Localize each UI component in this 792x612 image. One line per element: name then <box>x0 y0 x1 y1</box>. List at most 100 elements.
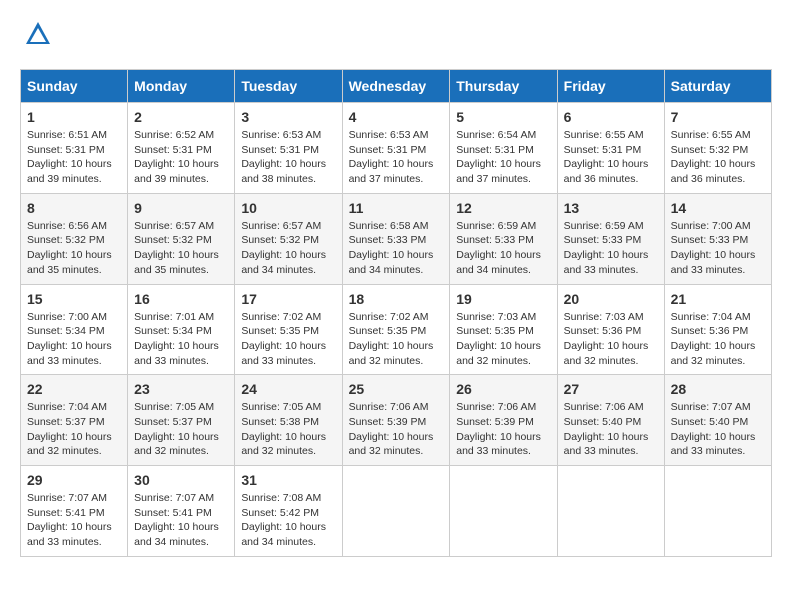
day-info: Sunrise: 6:57 AM Sunset: 5:32 PM Dayligh… <box>241 219 335 278</box>
calendar-cell: 28 Sunrise: 7:07 AM Sunset: 5:40 PM Dayl… <box>664 375 771 466</box>
calendar-cell: 20 Sunrise: 7:03 AM Sunset: 5:36 PM Dayl… <box>557 284 664 375</box>
calendar-cell: 1 Sunrise: 6:51 AM Sunset: 5:31 PM Dayli… <box>21 103 128 194</box>
calendar-header-wednesday: Wednesday <box>342 70 450 103</box>
calendar-header-saturday: Saturday <box>664 70 771 103</box>
calendar-cell: 12 Sunrise: 6:59 AM Sunset: 5:33 PM Dayl… <box>450 193 557 284</box>
day-number: 7 <box>671 109 765 125</box>
day-info: Sunrise: 7:04 AM Sunset: 5:37 PM Dayligh… <box>27 400 121 459</box>
day-number: 9 <box>134 200 228 216</box>
calendar-header-sunday: Sunday <box>21 70 128 103</box>
calendar-cell: 18 Sunrise: 7:02 AM Sunset: 5:35 PM Dayl… <box>342 284 450 375</box>
day-number: 17 <box>241 291 335 307</box>
day-info: Sunrise: 6:56 AM Sunset: 5:32 PM Dayligh… <box>27 219 121 278</box>
day-info: Sunrise: 7:02 AM Sunset: 5:35 PM Dayligh… <box>241 310 335 369</box>
day-info: Sunrise: 7:08 AM Sunset: 5:42 PM Dayligh… <box>241 491 335 550</box>
calendar-cell: 26 Sunrise: 7:06 AM Sunset: 5:39 PM Dayl… <box>450 375 557 466</box>
calendar-week-row: 1 Sunrise: 6:51 AM Sunset: 5:31 PM Dayli… <box>21 103 772 194</box>
calendar-cell: 5 Sunrise: 6:54 AM Sunset: 5:31 PM Dayli… <box>450 103 557 194</box>
day-info: Sunrise: 7:00 AM Sunset: 5:34 PM Dayligh… <box>27 310 121 369</box>
day-number: 10 <box>241 200 335 216</box>
calendar-week-row: 15 Sunrise: 7:00 AM Sunset: 5:34 PM Dayl… <box>21 284 772 375</box>
calendar-cell: 27 Sunrise: 7:06 AM Sunset: 5:40 PM Dayl… <box>557 375 664 466</box>
day-info: Sunrise: 6:55 AM Sunset: 5:31 PM Dayligh… <box>564 128 658 187</box>
calendar-cell: 6 Sunrise: 6:55 AM Sunset: 5:31 PM Dayli… <box>557 103 664 194</box>
day-info: Sunrise: 7:02 AM Sunset: 5:35 PM Dayligh… <box>349 310 444 369</box>
calendar-cell: 17 Sunrise: 7:02 AM Sunset: 5:35 PM Dayl… <box>235 284 342 375</box>
calendar-cell <box>664 466 771 557</box>
day-number: 1 <box>27 109 121 125</box>
day-number: 23 <box>134 381 228 397</box>
day-info: Sunrise: 7:00 AM Sunset: 5:33 PM Dayligh… <box>671 219 765 278</box>
calendar-cell: 4 Sunrise: 6:53 AM Sunset: 5:31 PM Dayli… <box>342 103 450 194</box>
day-info: Sunrise: 7:03 AM Sunset: 5:36 PM Dayligh… <box>564 310 658 369</box>
day-number: 19 <box>456 291 550 307</box>
day-number: 22 <box>27 381 121 397</box>
day-number: 24 <box>241 381 335 397</box>
calendar-cell: 9 Sunrise: 6:57 AM Sunset: 5:32 PM Dayli… <box>128 193 235 284</box>
calendar-cell <box>342 466 450 557</box>
calendar-cell: 15 Sunrise: 7:00 AM Sunset: 5:34 PM Dayl… <box>21 284 128 375</box>
day-info: Sunrise: 6:58 AM Sunset: 5:33 PM Dayligh… <box>349 219 444 278</box>
day-number: 20 <box>564 291 658 307</box>
calendar-cell: 2 Sunrise: 6:52 AM Sunset: 5:31 PM Dayli… <box>128 103 235 194</box>
day-number: 3 <box>241 109 335 125</box>
calendar-week-row: 8 Sunrise: 6:56 AM Sunset: 5:32 PM Dayli… <box>21 193 772 284</box>
day-number: 28 <box>671 381 765 397</box>
day-info: Sunrise: 7:05 AM Sunset: 5:38 PM Dayligh… <box>241 400 335 459</box>
calendar-cell: 7 Sunrise: 6:55 AM Sunset: 5:32 PM Dayli… <box>664 103 771 194</box>
day-info: Sunrise: 6:53 AM Sunset: 5:31 PM Dayligh… <box>349 128 444 187</box>
calendar-cell: 14 Sunrise: 7:00 AM Sunset: 5:33 PM Dayl… <box>664 193 771 284</box>
day-number: 14 <box>671 200 765 216</box>
day-info: Sunrise: 6:55 AM Sunset: 5:32 PM Dayligh… <box>671 128 765 187</box>
page-header <box>20 20 772 53</box>
day-number: 4 <box>349 109 444 125</box>
day-number: 30 <box>134 472 228 488</box>
day-number: 13 <box>564 200 658 216</box>
day-info: Sunrise: 7:03 AM Sunset: 5:35 PM Dayligh… <box>456 310 550 369</box>
calendar-cell: 22 Sunrise: 7:04 AM Sunset: 5:37 PM Dayl… <box>21 375 128 466</box>
day-number: 15 <box>27 291 121 307</box>
calendar-cell: 29 Sunrise: 7:07 AM Sunset: 5:41 PM Dayl… <box>21 466 128 557</box>
calendar-cell: 10 Sunrise: 6:57 AM Sunset: 5:32 PM Dayl… <box>235 193 342 284</box>
day-info: Sunrise: 7:07 AM Sunset: 5:41 PM Dayligh… <box>134 491 228 550</box>
calendar-header-row: SundayMondayTuesdayWednesdayThursdayFrid… <box>21 70 772 103</box>
day-info: Sunrise: 7:06 AM Sunset: 5:39 PM Dayligh… <box>349 400 444 459</box>
day-number: 2 <box>134 109 228 125</box>
calendar-cell: 24 Sunrise: 7:05 AM Sunset: 5:38 PM Dayl… <box>235 375 342 466</box>
calendar-header-tuesday: Tuesday <box>235 70 342 103</box>
logo <box>20 20 52 53</box>
calendar-cell <box>557 466 664 557</box>
calendar-cell: 8 Sunrise: 6:56 AM Sunset: 5:32 PM Dayli… <box>21 193 128 284</box>
calendar-header-thursday: Thursday <box>450 70 557 103</box>
calendar-week-row: 29 Sunrise: 7:07 AM Sunset: 5:41 PM Dayl… <box>21 466 772 557</box>
day-info: Sunrise: 6:54 AM Sunset: 5:31 PM Dayligh… <box>456 128 550 187</box>
day-number: 31 <box>241 472 335 488</box>
day-info: Sunrise: 6:51 AM Sunset: 5:31 PM Dayligh… <box>27 128 121 187</box>
day-info: Sunrise: 7:01 AM Sunset: 5:34 PM Dayligh… <box>134 310 228 369</box>
day-info: Sunrise: 6:59 AM Sunset: 5:33 PM Dayligh… <box>456 219 550 278</box>
day-info: Sunrise: 7:07 AM Sunset: 5:41 PM Dayligh… <box>27 491 121 550</box>
day-info: Sunrise: 6:59 AM Sunset: 5:33 PM Dayligh… <box>564 219 658 278</box>
day-info: Sunrise: 7:06 AM Sunset: 5:39 PM Dayligh… <box>456 400 550 459</box>
day-info: Sunrise: 6:57 AM Sunset: 5:32 PM Dayligh… <box>134 219 228 278</box>
calendar-header-friday: Friday <box>557 70 664 103</box>
day-info: Sunrise: 6:52 AM Sunset: 5:31 PM Dayligh… <box>134 128 228 187</box>
calendar-cell: 30 Sunrise: 7:07 AM Sunset: 5:41 PM Dayl… <box>128 466 235 557</box>
day-info: Sunrise: 6:53 AM Sunset: 5:31 PM Dayligh… <box>241 128 335 187</box>
day-number: 5 <box>456 109 550 125</box>
day-number: 16 <box>134 291 228 307</box>
calendar-cell: 16 Sunrise: 7:01 AM Sunset: 5:34 PM Dayl… <box>128 284 235 375</box>
day-info: Sunrise: 7:04 AM Sunset: 5:36 PM Dayligh… <box>671 310 765 369</box>
calendar-cell: 19 Sunrise: 7:03 AM Sunset: 5:35 PM Dayl… <box>450 284 557 375</box>
calendar-cell <box>450 466 557 557</box>
day-number: 26 <box>456 381 550 397</box>
calendar-week-row: 22 Sunrise: 7:04 AM Sunset: 5:37 PM Dayl… <box>21 375 772 466</box>
day-number: 27 <box>564 381 658 397</box>
day-number: 11 <box>349 200 444 216</box>
day-info: Sunrise: 7:07 AM Sunset: 5:40 PM Dayligh… <box>671 400 765 459</box>
day-number: 18 <box>349 291 444 307</box>
day-number: 12 <box>456 200 550 216</box>
calendar-header-monday: Monday <box>128 70 235 103</box>
calendar-cell: 13 Sunrise: 6:59 AM Sunset: 5:33 PM Dayl… <box>557 193 664 284</box>
calendar-cell: 23 Sunrise: 7:05 AM Sunset: 5:37 PM Dayl… <box>128 375 235 466</box>
